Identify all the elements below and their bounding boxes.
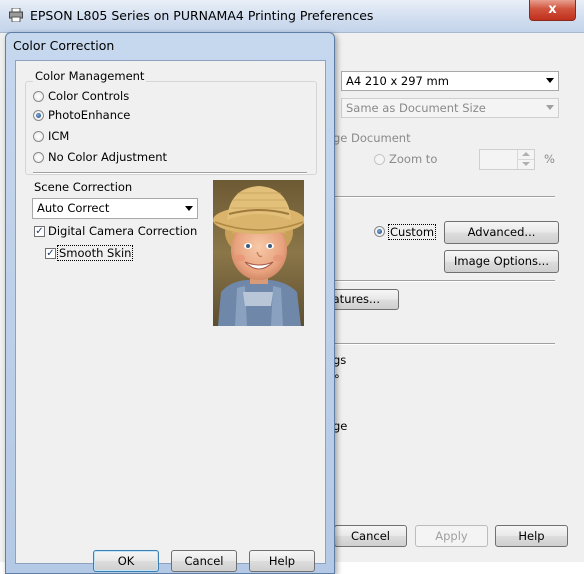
color-management-label: Color Management xyxy=(33,69,147,83)
chevron-down-icon xyxy=(546,78,554,83)
scene-correction-value: Auto Correct xyxy=(37,201,110,215)
smooth-skin-checkbox[interactable]: ✓ xyxy=(45,248,56,259)
scene-correction-label: Scene Correction xyxy=(34,180,133,194)
zoom-unit-label: % xyxy=(544,152,555,166)
main-help-button[interactable]: Help xyxy=(495,525,568,547)
printer-icon xyxy=(9,8,23,22)
preview-photo xyxy=(213,180,304,326)
dialog-help-button[interactable]: Help xyxy=(249,550,315,572)
photoenhance-radio[interactable] xyxy=(33,110,44,121)
custom-radio[interactable] xyxy=(374,226,385,237)
photoenhance-label: PhotoEnhance xyxy=(48,108,131,122)
separator-line xyxy=(333,196,555,198)
spin-down-button[interactable] xyxy=(517,160,534,169)
paper-size-value: A4 210 x 297 mm xyxy=(346,74,449,88)
separator-line xyxy=(333,280,555,282)
main-cancel-button[interactable]: Cancel xyxy=(334,525,407,547)
no-color-adjustment-radio[interactable] xyxy=(33,152,44,163)
separator-line xyxy=(33,172,307,174)
main-window-titlebar: EPSON L805 Series on PURNAMA4 Printing P… xyxy=(0,0,584,33)
partial-label-ge: ge xyxy=(333,419,348,433)
zoom-percent-input[interactable] xyxy=(479,149,535,170)
digital-camera-correction-label: Digital Camera Correction xyxy=(48,224,198,238)
icm-radio[interactable] xyxy=(33,131,44,142)
main-window-title: EPSON L805 Series on PURNAMA4 Printing P… xyxy=(30,8,374,23)
digital-camera-correction-checkbox[interactable]: ✓ xyxy=(34,226,45,237)
icm-label: ICM xyxy=(48,129,70,143)
chevron-up-icon xyxy=(522,152,530,156)
main-apply-button[interactable]: Apply xyxy=(415,525,488,547)
zoom-to-radio[interactable] xyxy=(374,154,385,165)
reduce-enlarge-label: ge Document xyxy=(333,131,411,145)
advanced-button[interactable]: Advanced... xyxy=(444,221,559,244)
spin-up-button[interactable] xyxy=(517,150,534,160)
separator-line xyxy=(333,343,555,345)
dialog-cancel-button[interactable]: Cancel xyxy=(171,550,237,572)
dialog-ok-button[interactable]: OK xyxy=(93,550,159,572)
output-paper-value: Same as Document Size xyxy=(346,101,486,115)
chevron-down-icon xyxy=(522,162,530,166)
color-controls-label: Color Controls xyxy=(48,89,130,103)
paper-size-select[interactable]: A4 210 x 297 mm xyxy=(341,71,559,91)
color-controls-radio[interactable] xyxy=(33,91,44,102)
child-photo-image xyxy=(213,180,304,326)
zoom-to-label: Zoom to xyxy=(389,152,438,166)
close-button[interactable]: x xyxy=(529,0,576,21)
no-color-adjustment-label: No Color Adjustment xyxy=(48,150,167,164)
output-paper-select[interactable]: Same as Document Size xyxy=(341,98,559,118)
custom-label: Custom xyxy=(387,224,437,240)
dialog-title: Color Correction xyxy=(13,38,115,53)
scene-correction-select[interactable]: Auto Correct xyxy=(32,198,198,219)
chevron-down-icon xyxy=(546,105,554,110)
image-options-button[interactable]: Image Options... xyxy=(444,250,559,273)
smooth-skin-label: Smooth Skin xyxy=(56,245,134,261)
chevron-down-icon xyxy=(185,206,193,211)
